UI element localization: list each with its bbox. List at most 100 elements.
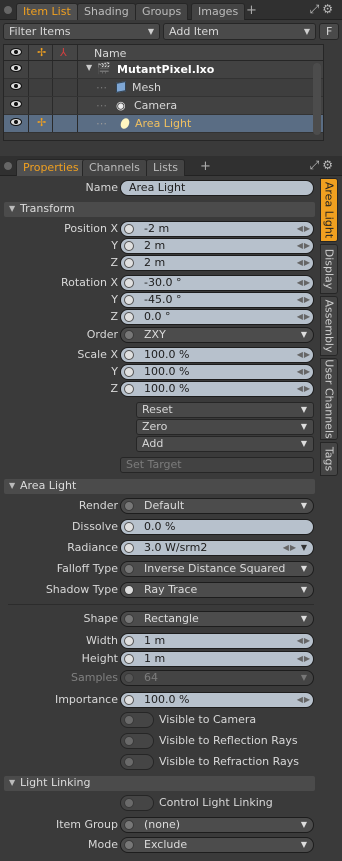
name-field[interactable]: Area Light	[120, 180, 314, 196]
transform-section-header[interactable]: ▼ Transform	[4, 202, 315, 217]
position-x-field[interactable]: -2 m ◀▶	[120, 221, 314, 237]
scale-z-field[interactable]: 100.0 % ◀▶	[120, 381, 314, 397]
chevron-down-icon: ▼	[300, 543, 307, 552]
tree-item-label: Camera	[134, 99, 178, 112]
panel-grip-icon[interactable]	[4, 162, 12, 170]
tab-lists[interactable]: Lists	[146, 159, 185, 176]
area-light-section-header[interactable]: ▼ Area Light	[4, 479, 315, 494]
add-dropdown[interactable]: Add ▼	[136, 436, 314, 452]
chevron-down-icon: ▼	[300, 564, 307, 573]
collapse-triangle-icon: ▼	[9, 778, 16, 787]
visible-refraction-label: Visible to Refraction Rays	[159, 755, 300, 768]
rotation-z-field[interactable]: 0.0 ° ◀▶	[120, 309, 314, 325]
tree-row-camera[interactable]: ⋯ ◉ Camera	[4, 97, 323, 115]
tree-connector-icon: ⋯	[96, 117, 107, 130]
panel-options-icon[interactable]: ⤢⚙	[310, 158, 336, 173]
falloff-type-label: Falloff Type	[56, 562, 118, 575]
chevron-down-icon: ▼	[300, 840, 307, 849]
tree-connector-icon: ⋯	[96, 99, 107, 112]
chevron-down-icon: ▼	[300, 585, 307, 594]
visibility-eye-icon[interactable]	[10, 118, 22, 126]
tab-properties[interactable]: Properties	[16, 159, 86, 176]
control-light-linking-toggle[interactable]	[120, 795, 154, 811]
side-tab-tags[interactable]: Tags	[320, 442, 338, 476]
tab-channels[interactable]: Channels	[82, 159, 147, 176]
tree-connector-icon: ⋯	[96, 81, 107, 94]
side-tab-display[interactable]: Display	[320, 244, 338, 294]
panel-grip-icon[interactable]	[4, 6, 12, 14]
radiance-field[interactable]: 3.0 W/srm2 ◀▶ ▼	[120, 540, 314, 556]
position-z-label: Z	[110, 256, 118, 269]
tree-item-label: Area Light	[135, 117, 192, 130]
side-tab-user-channels[interactable]: User Channels	[320, 358, 338, 440]
mode-dropdown[interactable]: Exclude ▼	[120, 837, 314, 853]
add-tab-button[interactable]: +	[246, 3, 257, 18]
rotation-z-label: Z	[110, 310, 118, 323]
tab-shading[interactable]: Shading	[77, 3, 136, 20]
light-linking-section-header[interactable]: ▼ Light Linking	[4, 776, 315, 791]
visible-reflection-toggle[interactable]	[120, 733, 154, 749]
chevron-down-icon: ▼	[300, 501, 307, 510]
filter-items-dropdown[interactable]: Filter Items ▼	[3, 23, 160, 40]
scale-y-field[interactable]: 100.0 % ◀▶	[120, 364, 314, 380]
add-item-label: Add Item	[169, 25, 219, 38]
lock-icon: ✢	[37, 46, 47, 59]
position-y-field[interactable]: 2 m ◀▶	[120, 238, 314, 254]
chevron-down-icon: ▼	[300, 405, 307, 414]
visible-refraction-toggle[interactable]	[120, 754, 154, 770]
name-label: Name	[85, 181, 118, 194]
rotation-x-label: Rotation X	[60, 276, 118, 289]
divider	[8, 604, 314, 605]
add-item-dropdown[interactable]: Add Item ▼	[163, 23, 316, 40]
mode-label: Mode	[88, 838, 118, 851]
chevron-down-icon: ▼	[300, 614, 307, 623]
width-label: Width	[86, 634, 118, 647]
visibility-eye-icon[interactable]	[10, 64, 22, 72]
shadow-type-dropdown[interactable]: Ray Trace ▼	[120, 582, 314, 598]
add-tab-button[interactable]: +	[200, 159, 211, 174]
chevron-down-icon: ▼	[300, 439, 307, 448]
area-light-title: Area Light	[20, 479, 77, 492]
samples-field[interactable]: 64 ▼	[120, 670, 314, 686]
rotation-x-field[interactable]: -30.0 ° ◀▶	[120, 275, 314, 291]
tree-row-mesh[interactable]: ⋯ Mesh	[4, 79, 323, 97]
position-y-label: Y	[111, 239, 118, 252]
shape-dropdown[interactable]: Rectangle ▼	[120, 611, 314, 627]
dissolve-field[interactable]: 0.0 %	[120, 519, 314, 535]
tab-item-list[interactable]: Item List	[16, 3, 78, 20]
radiance-label: Radiance	[67, 541, 118, 554]
visibility-eye-icon[interactable]	[10, 100, 22, 108]
set-target-button[interactable]: Set Target	[120, 457, 314, 473]
f-button[interactable]: F	[319, 23, 339, 40]
tree-scrollbar[interactable]	[313, 63, 321, 135]
render-dropdown[interactable]: Default ▼	[120, 498, 314, 514]
visible-camera-label: Visible to Camera	[159, 713, 257, 726]
scale-y-label: Y	[111, 365, 118, 378]
scale-x-field[interactable]: 100.0 % ◀▶	[120, 347, 314, 363]
position-z-field[interactable]: 2 m ◀▶	[120, 255, 314, 271]
panel-options-icon[interactable]: ⤢⚙	[310, 2, 336, 17]
importance-field[interactable]: 100.0 % ◀▶	[120, 692, 314, 708]
item-group-dropdown[interactable]: (none) ▼	[120, 817, 314, 833]
width-field[interactable]: 1 m ◀▶	[120, 633, 314, 649]
visible-camera-toggle[interactable]	[120, 712, 154, 728]
tab-images[interactable]: Images	[191, 3, 246, 20]
tree-row-scene[interactable]: ▼ 🎬 MutantPixel.lxo	[4, 61, 323, 79]
zero-dropdown[interactable]: Zero ▼	[136, 419, 314, 435]
side-tab-assembly[interactable]: Assembly	[320, 296, 338, 356]
order-dropdown[interactable]: ZXY ▼	[120, 327, 314, 343]
side-tab-area-light[interactable]: Area Light	[320, 178, 338, 242]
tree-row-area-light[interactable]: ✢ ⋯ Area Light	[4, 115, 323, 133]
reset-dropdown[interactable]: Reset ▼	[136, 402, 314, 418]
height-field[interactable]: 1 m ◀▶	[120, 651, 314, 667]
visible-reflection-label: Visible to Reflection Rays	[159, 734, 298, 747]
mesh-cube-icon	[116, 81, 126, 93]
expand-triangle-icon[interactable]: ▼	[86, 63, 92, 72]
shadow-type-label: Shadow Type	[45, 583, 118, 596]
visibility-eye-icon[interactable]	[10, 82, 22, 90]
tab-groups[interactable]: Groups	[135, 3, 189, 20]
tree-header-name: Name	[94, 47, 127, 60]
importance-label: Importance	[54, 693, 118, 706]
rotation-y-field[interactable]: -45.0 ° ◀▶	[120, 292, 314, 308]
falloff-type-dropdown[interactable]: Inverse Distance Squared ▼	[120, 561, 314, 577]
